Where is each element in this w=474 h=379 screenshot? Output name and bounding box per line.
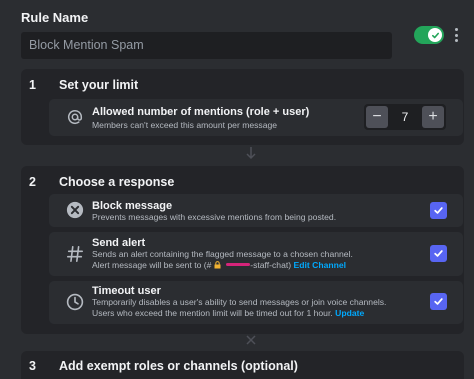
step-title: Choose a response [59, 175, 175, 189]
step-number: 2 [29, 175, 36, 189]
alert-destination: Alert message will be sent to (# -staff-… [92, 260, 346, 273]
send-alert-description: Sends an alert containing the flagged me… [92, 249, 353, 259]
check-icon [434, 298, 443, 305]
rule-name-label: Rule Name [21, 10, 89, 25]
rule-enabled-toggle[interactable] [414, 26, 444, 44]
redaction-mark [226, 263, 251, 266]
timeout-user-checkbox[interactable] [430, 293, 447, 310]
increment-button[interactable]: + [422, 106, 444, 128]
step-number: 3 [29, 359, 36, 373]
lock-icon [214, 261, 221, 273]
timeout-user-description: Temporarily disables a user's ability to… [92, 297, 387, 307]
step-number: 1 [29, 78, 36, 92]
mention-limit-description: Members can't exceed this amount per mes… [92, 120, 278, 130]
timeout-duration-text: Users who exceed the mention limit will … [92, 308, 333, 318]
close-icon [245, 334, 257, 349]
more-options-icon[interactable] [452, 26, 460, 44]
send-alert-title: Send alert [92, 237, 146, 249]
response-block-message[interactable]: Block message Prevents messages with exc… [49, 194, 463, 227]
step-title: Set your limit [59, 78, 139, 92]
response-send-alert[interactable]: Send alert Sends an alert containing the… [49, 232, 463, 276]
check-icon [434, 250, 443, 257]
rule-name-input[interactable]: Block Mention Spam [21, 32, 392, 59]
timeout-user-title: Timeout user [92, 285, 161, 297]
block-message-checkbox[interactable] [430, 202, 447, 219]
send-alert-checkbox[interactable] [430, 245, 447, 262]
automod-rule-editor: Rule Name Block Mention Spam 1 Set your … [0, 0, 474, 379]
block-message-title: Block message [92, 200, 173, 212]
update-link[interactable]: Update [335, 308, 364, 318]
alert-destination-prefix: Alert message will be sent to (# [92, 260, 212, 270]
step-title: Add exempt roles or channels (optional) [59, 359, 298, 373]
at-sign-icon [66, 108, 84, 126]
mention-limit-value[interactable]: 7 [392, 104, 418, 130]
check-icon [434, 207, 443, 214]
alert-destination-channel: -staff-chat) [250, 260, 292, 270]
block-icon [66, 201, 84, 219]
clock-icon [66, 293, 84, 311]
decrement-button[interactable]: − [366, 106, 388, 128]
timeout-duration: Users who exceed the mention limit will … [92, 308, 364, 320]
arrow-down-icon [245, 146, 257, 163]
mention-limit-title: Allowed number of mentions (role + user) [92, 106, 310, 118]
response-timeout-user[interactable]: Timeout user Temporarily disables a user… [49, 281, 463, 324]
check-icon [428, 28, 442, 42]
block-message-description: Prevents messages with excessive mention… [92, 212, 337, 222]
mention-limit-stepper[interactable]: − 7 + [364, 104, 446, 130]
step-3-panel: 3 Add exempt roles or channels (optional… [21, 351, 464, 379]
channel-hash-icon [66, 245, 84, 263]
edit-channel-link[interactable]: Edit Channel [294, 260, 347, 270]
